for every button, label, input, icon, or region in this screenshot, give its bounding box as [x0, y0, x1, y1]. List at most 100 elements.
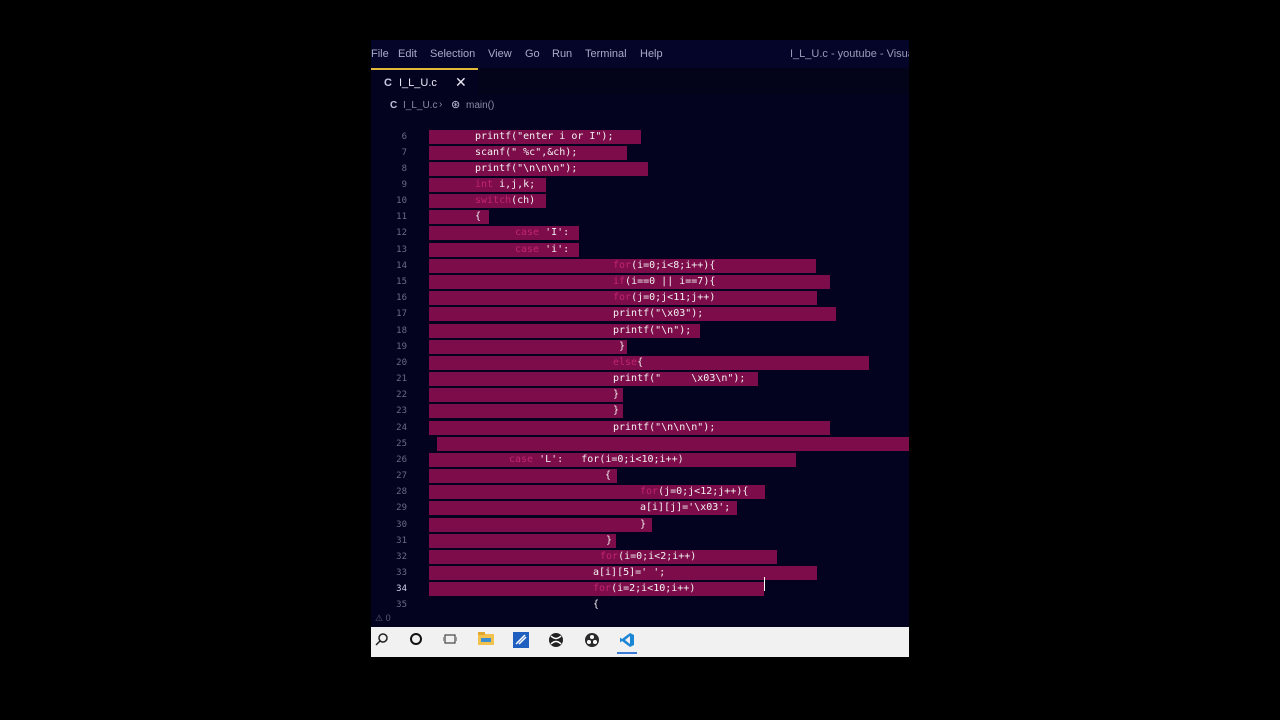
code-line: int i,j,k; — [475, 179, 535, 190]
code-line: printf(" \x03\n"); — [613, 373, 745, 384]
code-text: } — [613, 405, 620, 416]
keyword: for — [613, 260, 632, 271]
line-number: 12 — [396, 228, 407, 238]
code-text: } — [613, 389, 620, 400]
code-line: case 'i': — [515, 244, 569, 255]
selection-highlight — [429, 356, 869, 370]
selection-highlight — [429, 404, 623, 418]
code-line: case 'I': — [515, 227, 569, 238]
code-editor[interactable]: 6 printf("enter i or I"); 7 scanf(" %c",&ch… — [371, 116, 909, 610]
line-number: 26 — [396, 455, 407, 465]
code-line: a[i][j]='\x03'; — [640, 502, 730, 513]
code-line: printf("enter i or I"); — [475, 131, 613, 142]
xbox-icon[interactable] — [546, 632, 566, 652]
problems-count[interactable]: ⚠ 0 — [375, 613, 391, 624]
line-number: 10 — [396, 196, 407, 206]
code-text: (j=0;j<11;j++) — [631, 292, 716, 303]
line-number: 23 — [396, 406, 407, 416]
line-number: 29 — [396, 503, 407, 513]
line-number: 34 — [396, 584, 407, 594]
close-icon[interactable]: ✕ — [455, 74, 467, 91]
code-line: printf("\x03"); — [613, 308, 703, 319]
menu-selection[interactable]: Selection — [430, 48, 475, 60]
windows-taskbar — [371, 627, 909, 657]
line-number: 30 — [396, 520, 407, 530]
code-line: } — [613, 389, 619, 400]
line-number: 9 — [401, 180, 407, 190]
line-number: 14 — [396, 261, 407, 271]
symbol-method-icon: ⊛ — [451, 99, 461, 111]
keyword: case — [515, 227, 540, 238]
menu-go[interactable]: Go — [525, 48, 540, 60]
editor-tab[interactable]: C I_L_U.c ✕ — [371, 68, 478, 94]
visual-studio-icon[interactable] — [511, 632, 531, 652]
menu-help[interactable]: Help — [640, 48, 663, 60]
line-number: 18 — [396, 326, 407, 336]
line-number: 17 — [396, 309, 407, 319]
line-number: 24 — [396, 423, 407, 433]
menu-run[interactable]: Run — [552, 48, 572, 60]
line-number: 33 — [396, 568, 407, 578]
line-number: 15 — [396, 277, 407, 287]
keyword: else — [613, 357, 638, 368]
code-text: (i=2;i<10;i++) — [611, 583, 696, 594]
line-number: 20 — [396, 358, 407, 368]
code-text: (i==0 || i==7){ — [625, 276, 716, 287]
menu-view[interactable]: View — [488, 48, 512, 60]
cortana-icon[interactable] — [406, 632, 426, 652]
keyword: if — [613, 276, 626, 287]
code-line: } — [606, 535, 612, 546]
line-number: 16 — [396, 293, 407, 303]
code-line: } — [640, 519, 646, 530]
code-text: (ch) — [511, 195, 536, 206]
line-number: 35 — [396, 600, 407, 610]
code-text: (j=0;j<12;j++){ — [658, 486, 749, 497]
tab-bar: C I_L_U.c ✕ — [371, 68, 909, 94]
code-text: 'I': — [539, 227, 570, 238]
keyword: for — [593, 583, 612, 594]
obs-icon[interactable] — [582, 632, 602, 652]
code-text: a[i][j]='\x03'; — [640, 502, 731, 513]
code-line: } — [613, 405, 619, 416]
menu-terminal[interactable]: Terminal — [585, 48, 627, 60]
vscode-window: File Edit Selection View Go Run Terminal… — [371, 40, 909, 657]
line-number: 11 — [396, 212, 407, 222]
code-text: printf("\n\n\n"); — [475, 163, 578, 174]
code-text: 'L': for(i=0;i<10;i++) — [533, 454, 684, 465]
keyword: case — [515, 244, 540, 255]
keyword: case — [509, 454, 534, 465]
code-line: for(j=0;j<11;j++) — [613, 292, 715, 303]
line-number: 22 — [396, 390, 407, 400]
breadcrumb-function[interactable]: main() — [466, 100, 494, 111]
line-number: 32 — [396, 552, 407, 562]
code-text: printf(" \x03\n"); — [613, 373, 746, 384]
line-number: 31 — [396, 536, 407, 546]
vscode-icon[interactable] — [617, 632, 637, 654]
selection-highlight — [429, 469, 617, 483]
code-text: { — [593, 599, 600, 610]
tab-label: I_L_U.c — [399, 77, 437, 89]
menu-bar: File Edit Selection View Go Run Terminal… — [371, 40, 909, 68]
keyword: switch — [475, 195, 512, 206]
selection-highlight — [429, 534, 616, 548]
file-explorer-icon[interactable] — [476, 632, 496, 652]
keyword: for — [613, 292, 632, 303]
code-text: (i=0;i<2;i++) — [618, 551, 697, 562]
keyword: for — [600, 551, 619, 562]
line-number: 27 — [396, 471, 407, 481]
code-text: { — [605, 470, 612, 481]
search-icon[interactable] — [372, 632, 392, 652]
code-line: else{ — [613, 357, 643, 368]
status-bar: ⚠ 0 — [371, 610, 909, 627]
code-line: for(i=0;i<8;i++){ — [613, 260, 715, 271]
menu-edit[interactable]: Edit — [398, 48, 417, 60]
task-view-icon[interactable] — [440, 632, 460, 652]
breadcrumb-file[interactable]: I_L_U.c — [403, 100, 437, 111]
code-line: printf("\n"); — [613, 325, 691, 336]
line-number: 13 — [396, 245, 407, 255]
code-text: scanf(" %c",&ch); — [475, 147, 578, 158]
code-text: } — [606, 535, 613, 546]
menu-file[interactable]: File — [371, 48, 389, 60]
code-line: case 'L': for(i=0;i<10;i++) — [509, 454, 684, 465]
keyword: for — [640, 486, 659, 497]
